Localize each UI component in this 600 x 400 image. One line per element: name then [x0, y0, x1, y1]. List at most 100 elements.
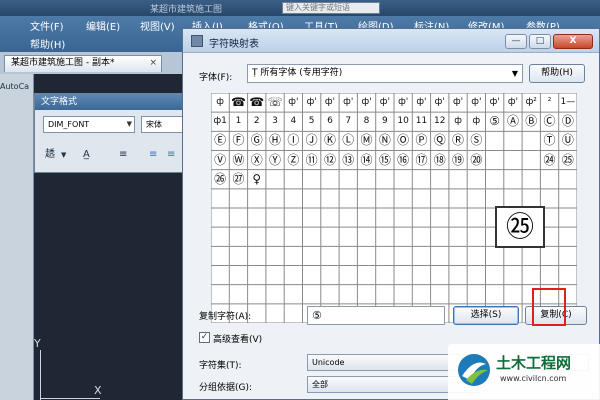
character-cell[interactable]: ☎	[248, 93, 266, 112]
close-icon[interactable]: ×	[149, 56, 157, 71]
character-cell[interactable]: ⑲	[449, 151, 467, 170]
character-cell[interactable]: ²	[540, 93, 558, 112]
character-cell[interactable]	[467, 170, 485, 189]
character-cell[interactable]: Ⓦ	[229, 151, 247, 170]
character-cell[interactable]: ♀	[248, 170, 266, 189]
character-cell[interactable]: 3	[266, 112, 284, 131]
character-cell[interactable]: 10	[394, 112, 412, 131]
character-cell[interactable]	[486, 170, 504, 189]
character-cell[interactable]: ф'	[321, 93, 339, 112]
character-cell[interactable]: Ⓐ	[504, 112, 522, 131]
menu-help[interactable]: 帮助(H)	[30, 36, 65, 51]
minimize-button[interactable]: —	[505, 34, 527, 49]
character-cell[interactable]	[449, 170, 467, 189]
character-cell[interactable]: Ⓤ	[559, 131, 577, 150]
character-cell[interactable]	[321, 170, 339, 189]
search-input[interactable]: 键入关键字或短语	[282, 2, 380, 14]
character-cell[interactable]: ☎	[229, 93, 247, 112]
character-cell[interactable]: Ⓢ	[467, 131, 485, 150]
character-cell[interactable]: Ⓚ	[321, 131, 339, 150]
character-cell[interactable]: ㉗	[229, 170, 247, 189]
dialog-titlebar[interactable]: 字符映射表 — □ X	[183, 29, 599, 53]
character-cell[interactable]: ф	[449, 112, 467, 131]
character-cell[interactable]: ф'	[467, 93, 485, 112]
character-cell[interactable]: Ⓝ	[376, 131, 394, 150]
character-cell[interactable]: ф'	[431, 93, 449, 112]
character-cell[interactable]: ⑱	[431, 151, 449, 170]
character-cell[interactable]: ф'	[504, 93, 522, 112]
character-cell[interactable]: ф'	[303, 93, 321, 112]
character-cell[interactable]: Ⓛ	[339, 131, 357, 150]
character-cell[interactable]: ф1	[211, 112, 229, 131]
align-button[interactable]: ≡	[119, 146, 127, 164]
menu-view[interactable]: 视图(V)	[140, 18, 175, 33]
character-cell[interactable]: 9	[376, 112, 394, 131]
character-cell[interactable]: 7	[339, 112, 357, 131]
character-cell[interactable]: ф'	[486, 93, 504, 112]
character-cell[interactable]: 1—	[559, 93, 577, 112]
character-cell[interactable]: ㉔	[540, 151, 558, 170]
character-cell[interactable]: ⑤	[486, 112, 504, 131]
menu-file[interactable]: 文件(F)	[30, 18, 64, 33]
character-cell[interactable]: Ⓣ	[540, 131, 558, 150]
character-cell[interactable]	[504, 151, 522, 170]
character-cell[interactable]	[303, 170, 321, 189]
character-cell[interactable]: ф'	[394, 93, 412, 112]
character-cell[interactable]: ф	[467, 112, 485, 131]
dropdown-icon[interactable]: ▼	[61, 146, 66, 164]
underline-button[interactable]: A̲	[83, 146, 90, 164]
character-cell[interactable]: ф	[211, 93, 229, 112]
character-cell[interactable]: ⑯	[394, 151, 412, 170]
document-tab[interactable]: 某超市建筑施工图 - 副本* ×	[4, 55, 162, 72]
character-cell[interactable]: Ⓨ	[266, 151, 284, 170]
character-cell[interactable]: Ⓞ	[394, 131, 412, 150]
character-cell[interactable]: ㉖	[211, 170, 229, 189]
character-cell[interactable]: Ⓧ	[248, 151, 266, 170]
character-grid[interactable]: ф ☎ ☎ ☏ ф' ф' ф' ф' ф' ф' ф' ф' ф' ф' ф' ф' ф' ф² ² 1— ф1 1 2 3…	[211, 93, 577, 323]
character-cell[interactable]: ⑰	[412, 151, 430, 170]
character-cell[interactable]: 2	[248, 112, 266, 131]
character-cell[interactable]	[504, 170, 522, 189]
maximize-button[interactable]: □	[529, 34, 551, 49]
character-cell[interactable]: ⑳	[467, 151, 485, 170]
character-cell[interactable]: 5	[303, 112, 321, 131]
character-cell[interactable]	[284, 170, 302, 189]
character-cell[interactable]	[522, 131, 540, 150]
character-cell[interactable]: ⑭	[357, 151, 375, 170]
close-button[interactable]: X	[553, 34, 593, 49]
character-cell[interactable]	[431, 170, 449, 189]
character-cell[interactable]	[559, 170, 577, 189]
character-cell[interactable]: 8	[357, 112, 375, 131]
character-cell[interactable]: ф'	[357, 93, 375, 112]
character-cell[interactable]: 11	[412, 112, 430, 131]
character-cell[interactable]: Ⓥ	[211, 151, 229, 170]
character-cell[interactable]	[504, 131, 522, 150]
character-cell[interactable]	[486, 151, 504, 170]
character-cell[interactable]: ф²	[522, 93, 540, 112]
character-cell[interactable]: ⑮	[376, 151, 394, 170]
character-cell[interactable]	[522, 170, 540, 189]
character-cell[interactable]: Ⓑ	[522, 112, 540, 131]
character-cell[interactable]: 4	[284, 112, 302, 131]
character-cell[interactable]: 6	[321, 112, 339, 131]
character-cell[interactable]: Ⓔ	[211, 131, 229, 150]
character-cell[interactable]: Ⓠ	[431, 131, 449, 150]
character-cell[interactable]: Ⓗ	[266, 131, 284, 150]
character-cell[interactable]: ф'	[339, 93, 357, 112]
character-cell[interactable]	[412, 170, 430, 189]
character-cell[interactable]	[357, 170, 375, 189]
character-cell[interactable]	[339, 170, 357, 189]
character-cell[interactable]	[540, 170, 558, 189]
help-button[interactable]: 帮助(H)	[529, 64, 585, 83]
character-cell[interactable]: ㉕	[559, 151, 577, 170]
character-cell[interactable]	[394, 170, 412, 189]
character-cell[interactable]: ф'	[284, 93, 302, 112]
character-cell[interactable]: 12	[431, 112, 449, 131]
character-cell[interactable]: Ⓘ	[284, 131, 302, 150]
character-cell[interactable]: Ⓩ	[284, 151, 302, 170]
character-cell[interactable]: Ⓕ	[229, 131, 247, 150]
select-button[interactable]: 选择(S)	[453, 306, 519, 325]
copy-chars-input[interactable]: ⑤	[307, 306, 445, 325]
character-cell[interactable]: Ⓙ	[303, 131, 321, 150]
character-cell[interactable]: ⑫	[321, 151, 339, 170]
